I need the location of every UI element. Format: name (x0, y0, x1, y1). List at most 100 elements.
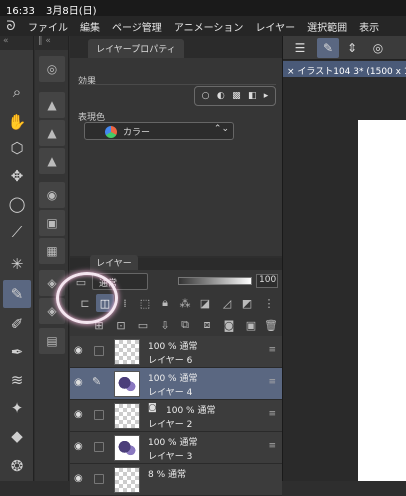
delete-layer-icon[interactable]: 🗑︎ (262, 316, 280, 334)
apply-mask-icon[interactable]: ▣ (242, 316, 260, 334)
ruler-link-icon[interactable]: ◿ (218, 294, 236, 312)
layer-row[interactable]: ◉ ✎ 100 % 通常 レイヤー 4 ≡ (70, 368, 282, 400)
menu-edit[interactable]: 編集 (74, 19, 106, 34)
more-options-icon[interactable]: ⋮ (260, 294, 278, 312)
lock-icon[interactable]: 🔒︎ (156, 294, 174, 312)
assets-icon[interactable]: ◎ (367, 38, 389, 58)
updown-arrows-icon[interactable]: ⇕ (341, 38, 363, 58)
layer-property-panel: レイヤープロパティ 効果 ○ ◐ ▩ ◧ ▸ 表現色 カラー ⌃⌄ (70, 36, 282, 256)
subtool-frame-icon[interactable]: ◉ (39, 182, 65, 208)
eye-icon[interactable]: ◉ (74, 345, 83, 356)
subtool-frame2-icon[interactable]: ▣ (39, 210, 65, 236)
opacity-field[interactable]: 100 (256, 274, 278, 288)
hamburger-menu-icon[interactable]: ☰ (289, 38, 311, 58)
lasso-icon[interactable]: ◯ (3, 190, 31, 218)
drag-handle-icon[interactable]: ≡ (268, 345, 276, 355)
pen-icon[interactable]: ✎ (3, 280, 31, 308)
combine-icon[interactable]: ⧉ (176, 316, 194, 334)
app-logo-icon[interactable]: ᘐ (0, 19, 22, 34)
opacity-slider[interactable] (178, 277, 252, 285)
layer-checkbox[interactable] (94, 346, 104, 356)
color-mode-icon (105, 126, 117, 138)
layer-thumbnail (114, 371, 140, 397)
tab-layer-property[interactable]: レイヤープロパティ (88, 39, 184, 58)
document-title: イラスト104 3* (1500 x 150 (297, 67, 406, 77)
menu-page[interactable]: ページ管理 (106, 19, 168, 34)
brush-icon[interactable]: ✒ (3, 338, 31, 366)
effect-label: 効果 (78, 77, 97, 87)
layer-info: 100 % 通常 (148, 342, 198, 352)
operation-icon[interactable]: ⬡ (3, 134, 31, 162)
move-icon[interactable]: ✥ (3, 162, 31, 190)
sub-tool-bar: ‖ « ◎ ▲ ▲ ▲ ◉ ▣ ▦ ◈ ◈ ▤ (35, 36, 69, 481)
menu-layer[interactable]: レイヤー (249, 19, 301, 34)
zoom-icon[interactable]: ⌕ (3, 78, 31, 106)
layer-info: 100 % 通常 (166, 406, 216, 416)
layer-row[interactable]: ◉ 8 % 通常 (70, 464, 282, 496)
eye-icon[interactable]: ◉ (74, 473, 83, 484)
menu-view[interactable]: 表示 (353, 19, 385, 34)
more-effect-icon[interactable]: ▸ (264, 91, 269, 101)
tone-effect-icon[interactable]: ◐ (217, 91, 225, 101)
drag-handle-icon[interactable]: ≡ (268, 377, 276, 387)
eye-icon[interactable]: ◉ (74, 441, 83, 452)
lock-transparent-icon[interactable]: ⬚ (136, 294, 154, 312)
display-color-select[interactable]: カラー ⌃⌄ (84, 122, 234, 140)
menu-animation[interactable]: アニメーション (168, 19, 250, 34)
layer-row[interactable]: ◉ 100 % 通常 レイヤー 3 ≡ (70, 432, 282, 464)
subtool-ruler2-icon[interactable]: ▲ (39, 120, 65, 146)
layer-color-icon[interactable]: ◧ (248, 91, 257, 101)
subtool-film-icon[interactable]: ▦ (39, 238, 65, 264)
layer-name: レイヤー 2 (148, 420, 193, 430)
create-mask-icon[interactable]: ◙ (220, 316, 238, 334)
pencil-icon[interactable]: ✐ (3, 310, 31, 338)
fill-icon[interactable]: ❂ (3, 452, 31, 480)
layer-row[interactable]: ◉ 100 % 通常 ◙ レイヤー 2 ≡ (70, 400, 282, 432)
layer-thumbnail (114, 403, 140, 429)
blend-icon[interactable]: ✦ (3, 394, 31, 422)
layer-checkbox[interactable] (94, 442, 104, 452)
checker-effect-icon[interactable]: ▩ (232, 91, 241, 101)
tab-layer[interactable]: レイヤー (90, 255, 138, 270)
ruler-display-icon[interactable]: ◪ (196, 294, 214, 312)
subtool-ruler3-icon[interactable]: ▲ (39, 148, 65, 174)
document-tab[interactable]: × イラスト104 3* (1500 x 150 (283, 61, 406, 77)
collapse-icon[interactable]: « (0, 36, 33, 50)
edit-mode-icon[interactable]: ✎ (317, 38, 339, 58)
eye-icon[interactable]: ◉ (74, 409, 83, 420)
airbrush-icon[interactable]: ≋ (3, 366, 31, 394)
copy-layer-icon[interactable]: ⧈ (198, 316, 216, 334)
layer-checkbox[interactable] (94, 410, 104, 420)
menu-file[interactable]: ファイル (22, 19, 74, 34)
layer-color-swap-icon[interactable]: ◩ (238, 294, 256, 312)
layer-row[interactable]: ◉ 100 % 通常 レイヤー 6 ≡ (70, 336, 282, 368)
layer-checkbox[interactable] (94, 474, 104, 484)
border-effect-icon[interactable]: ○ (202, 91, 210, 101)
subtool-ruler-icon[interactable]: ▲ (39, 92, 65, 118)
drag-handle-icon[interactable]: ≡ (268, 441, 276, 451)
hand-icon[interactable]: ✋ (3, 108, 31, 136)
eye-icon[interactable]: ◉ (74, 377, 83, 388)
sub-collapse-icon[interactable]: ‖ « (35, 36, 68, 50)
eraser-icon[interactable]: ◆ (3, 422, 31, 450)
canvas-paper[interactable] (358, 120, 406, 481)
eyedropper-icon[interactable]: ⟋ (3, 218, 31, 246)
layer-info: 100 % 通常 (148, 374, 198, 384)
new-folder-icon[interactable]: ▭ (134, 316, 152, 334)
draft-layer-icon[interactable]: ⁞ (116, 294, 134, 312)
effect-buttons: ○ ◐ ▩ ◧ ▸ (194, 86, 276, 106)
subtool-grid-icon[interactable]: ▤ (39, 328, 65, 354)
mask-icon[interactable]: ⁂ (176, 294, 194, 312)
highlight-circle (56, 272, 118, 324)
layer-name: レイヤー 3 (148, 452, 193, 462)
drag-handle-icon[interactable]: ≡ (268, 409, 276, 419)
new-vector-layer-icon[interactable]: ⊡ (112, 316, 130, 334)
layer-thumbnail (114, 435, 140, 461)
chevron-updown-icon: ⌃⌄ (213, 124, 229, 134)
close-tab-icon[interactable]: × (287, 67, 297, 77)
sparkle-icon[interactable]: ✳ (3, 250, 31, 278)
subtool-compass-icon[interactable]: ◎ (39, 56, 65, 82)
menu-select[interactable]: 選択範囲 (301, 19, 353, 34)
transfer-down-icon[interactable]: ⇩ (156, 316, 174, 334)
layer-info: 100 % 通常 (148, 438, 198, 448)
